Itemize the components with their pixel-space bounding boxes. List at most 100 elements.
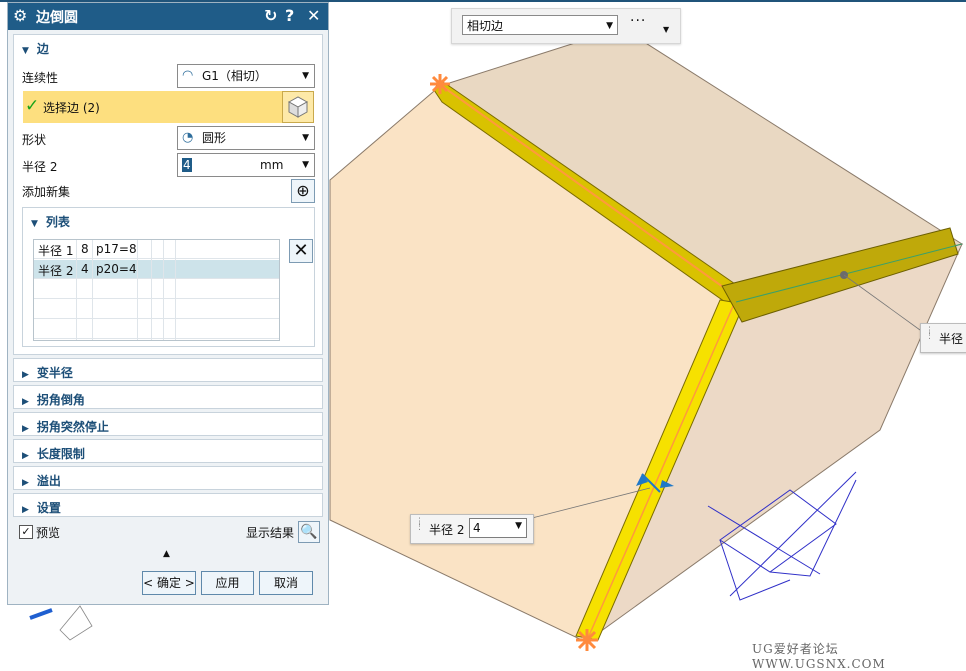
group-header: ▶ 变半径	[22, 364, 73, 381]
collapse-triangle-icon: ▶	[22, 478, 29, 488]
list-group-header[interactable]: ▼ 列表	[31, 213, 70, 230]
list-group-title: 列表	[45, 215, 70, 229]
show-result-label: 显示结果	[246, 526, 295, 540]
chevron-down-icon: ▼	[515, 521, 522, 531]
shape-label: 形状	[22, 133, 47, 147]
preview-checkbox[interactable]: ✓	[19, 525, 33, 539]
continuity-label: 连续性	[22, 71, 59, 85]
cancel-button[interactable]: 取消	[259, 571, 313, 595]
add-new-set-button[interactable]: ⊕	[291, 179, 315, 203]
shape-value: 圆形	[202, 131, 227, 145]
fillet-start-point-icon	[430, 74, 450, 94]
collapse-dialog-icon[interactable]: ▲	[163, 549, 170, 559]
apply-button[interactable]: 应用	[201, 571, 254, 595]
length-limit-group[interactable]: ▶ 长度限制	[13, 439, 323, 463]
row-value: 4	[81, 262, 89, 276]
group-title: 溢出	[36, 474, 61, 488]
overflow-group[interactable]: ▶ 溢出	[13, 466, 323, 490]
group-title: 设置	[36, 501, 61, 515]
settings-group[interactable]: ▶ 设置	[13, 493, 323, 517]
group-title: 变半径	[36, 366, 73, 380]
expand-triangle-icon: ▼	[31, 219, 38, 229]
radius-callout: ⋮ ⋮ 半径 2 4 ▼	[410, 514, 534, 544]
grip-handle-icon[interactable]: ⋮ ⋮	[415, 518, 424, 532]
table-row	[34, 320, 279, 339]
continuity-value: G1（相切）	[202, 69, 267, 83]
table-row	[34, 280, 279, 299]
right-callout-label: 半径	[939, 332, 964, 346]
column-divider	[137, 240, 138, 340]
dialog-title: 边倒圆	[36, 10, 78, 26]
reset-icon[interactable]: ↻	[264, 6, 277, 25]
row-expression: p20=4	[96, 262, 137, 276]
table-row[interactable]: 半径 2 4 p20=4	[34, 260, 279, 279]
stop-short-group[interactable]: ▶ 拐角突然停止	[13, 412, 323, 436]
table-row[interactable]: 半径 1 8 p17=8	[34, 240, 279, 259]
magnifier-icon: 🔍	[300, 524, 318, 540]
collapse-triangle-icon: ▶	[22, 424, 29, 434]
row-name: 半径 1	[38, 244, 74, 258]
radius-callout-input[interactable]: 4 ▼	[469, 518, 527, 538]
group-header: ▶ 拐角倒角	[22, 391, 85, 408]
shape-dropdown[interactable]: ◔ 圆形 ▼	[177, 126, 315, 150]
plus-circle-icon: ⊕	[296, 181, 310, 200]
chevron-down-icon: ▼	[606, 21, 613, 31]
continuity-dropdown[interactable]: ◠ G1（相切） ▼	[177, 64, 315, 88]
column-divider	[76, 240, 77, 340]
ok-button[interactable]: < 确定 >	[142, 571, 196, 595]
remove-set-button[interactable]: ✕	[289, 239, 313, 263]
help-icon[interactable]: ?	[285, 6, 294, 25]
row-name: 半径 2	[38, 264, 74, 278]
column-divider	[92, 240, 93, 340]
type-filter-dropdown[interactable]: 相切边 ▼	[462, 15, 618, 35]
tangent-continuity-icon: ◠	[182, 68, 194, 83]
radius-value: 4	[182, 158, 192, 172]
more-options-button[interactable]: ···	[630, 13, 646, 29]
row-expression: p17=8	[96, 242, 137, 256]
row-value: 8	[81, 242, 89, 256]
edge-group-title: 边	[36, 42, 49, 56]
radius-callout-value: 4	[473, 521, 481, 535]
group-header: ▶ 设置	[22, 499, 61, 516]
right-radius-callout: ⋮ ⋮ 半径	[920, 323, 966, 353]
column-divider	[163, 240, 164, 340]
group-title: 拐角突然停止	[36, 420, 109, 434]
select-edge-label: 选择边 (2)	[43, 101, 100, 115]
radius-callout-label: 半径 2	[429, 523, 465, 537]
selection-bar: 相切边 ▼ ··· ▼	[451, 8, 681, 44]
type-filter-value: 相切边	[467, 19, 504, 33]
column-divider	[175, 240, 176, 340]
add-new-set-label: 添加新集	[22, 185, 71, 199]
show-result-button[interactable]: 🔍	[298, 521, 320, 543]
checkmark-icon: ✓	[25, 96, 40, 116]
dialog-titlebar[interactable]: ⚙ 边倒圆 ↻ ? ✕	[8, 3, 328, 30]
collapse-triangle-icon: ▶	[22, 505, 29, 515]
overflow-chevron-icon[interactable]: ▼	[663, 25, 669, 34]
fillet-end-point-icon	[576, 629, 598, 651]
forum-watermark: UG爱好者论坛 WWW.UGSNX.COM	[752, 642, 886, 671]
close-icon[interactable]: ✕	[307, 6, 320, 25]
expand-triangle-icon: ▼	[22, 46, 29, 56]
variable-radius-group[interactable]: ▶ 变半径	[13, 358, 323, 382]
group-title: 长度限制	[36, 447, 85, 461]
list-group: ▼ 列表 半径 1 8 p17=8 半径 2 4 p20=4 ✕	[22, 207, 315, 347]
collapse-triangle-icon: ▶	[22, 370, 29, 380]
chevron-down-icon: ▼	[302, 133, 309, 143]
edge-group-header[interactable]: ▼ 边	[22, 40, 49, 57]
grip-handle-icon[interactable]: ⋮ ⋮	[925, 327, 934, 341]
radius-input[interactable]: 4 mm ▼	[177, 153, 315, 177]
gear-icon: ⚙	[13, 6, 28, 25]
group-title: 拐角倒角	[36, 393, 85, 407]
corner-setback-group[interactable]: ▶ 拐角倒角	[13, 385, 323, 409]
circular-shape-icon: ◔	[182, 130, 194, 145]
collapse-triangle-icon: ▶	[22, 397, 29, 407]
radius-label: 半径 2	[22, 160, 58, 174]
group-header: ▶ 溢出	[22, 472, 61, 489]
edge-select-cube-icon[interactable]	[282, 91, 314, 123]
chevron-down-icon: ▼	[302, 71, 309, 81]
absolute-csys-icon	[29, 605, 93, 641]
column-divider	[151, 240, 152, 340]
edge-blend-dialog: ⚙ 边倒圆 ↻ ? ✕ ▼ 边 连续性 ◠ G1（相切） ▼ ✓ 选择边 (2) …	[7, 2, 329, 605]
select-edge-row[interactable]: ✓ 选择边 (2)	[23, 91, 314, 123]
table-row	[34, 300, 279, 319]
